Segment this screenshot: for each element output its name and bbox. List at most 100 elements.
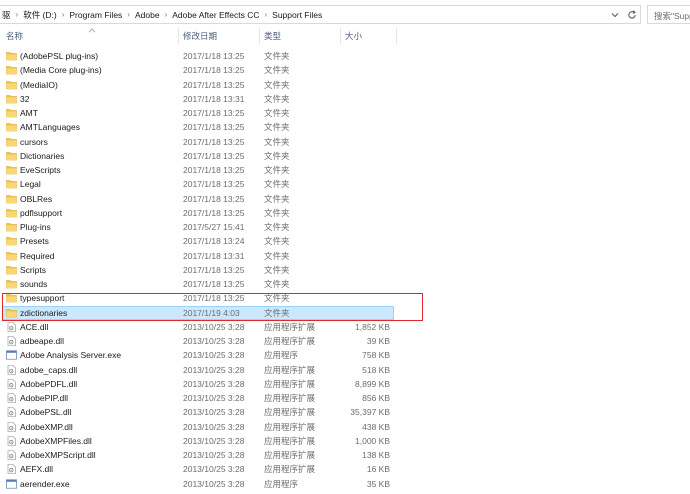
file-row[interactable]: sounds 2017/1/18 13:25 文件夹 [0,277,690,291]
file-name[interactable]: OBLRes [20,194,52,204]
file-row[interactable]: AEFX.dll 2013/10/25 3:28 应用程序扩展 16 KB [0,462,690,476]
file-name[interactable]: Dictionaries [20,151,64,161]
file-name[interactable]: adobe_caps.dll [20,365,77,375]
file-row[interactable]: EveScripts 2017/1/18 13:25 文件夹 [0,163,690,177]
file-row[interactable]: AdobePDFL.dll 2013/10/25 3:28 应用程序扩展 8,899 … [0,377,690,391]
file-name[interactable]: 32 [20,94,29,104]
file-row[interactable]: cursors 2017/1/18 13:25 文件夹 [0,135,690,149]
file-name[interactable]: Required [20,251,55,261]
file-row[interactable]: pdflsupport 2017/1/18 13:25 文件夹 [0,206,690,220]
file-type: 文件夹 [264,150,290,161]
file-row[interactable]: Dictionaries 2017/1/18 13:25 文件夹 [0,149,690,163]
file-row[interactable]: Scripts 2017/1/18 13:25 文件夹 [0,263,690,277]
file-type: 文件夹 [264,293,290,304]
refresh-button[interactable] [624,5,640,24]
file-name[interactable]: AMT [20,108,38,118]
file-name[interactable]: EveScripts [20,165,61,175]
file-row[interactable]: Adobe Analysis Server.exe 2013/10/25 3:28… [0,348,690,362]
file-name[interactable]: cursors [20,137,48,147]
file-name[interactable]: Scripts [20,265,46,275]
dll-icon [6,321,17,332]
file-row[interactable]: 32 2017/1/18 13:31 文件夹 [0,92,690,106]
file-type: 应用程序扩展 [264,464,316,475]
file-row[interactable]: AMT 2017/1/18 13:25 文件夹 [0,106,690,120]
breadcrumb-separator-icon[interactable]: › [162,10,171,19]
file-row[interactable]: OBLRes 2017/1/18 13:25 文件夹 [0,192,690,206]
file-row[interactable]: ACE.dll 2013/10/25 3:28 应用程序扩展 1,852 KB [0,320,690,334]
search-input[interactable]: 搜索"Supp [647,5,690,24]
column-divider[interactable] [259,28,260,44]
file-name[interactable]: zdictionaries [20,308,67,318]
file-name[interactable]: adbeape.dll [20,336,64,346]
file-row[interactable]: AdobePSL.dll 2013/10/25 3:28 应用程序扩展 35,397 … [0,405,690,419]
breadcrumb-separator-icon[interactable]: › [261,10,270,19]
breadcrumb-separator-icon[interactable]: › [59,10,68,19]
address-bar[interactable]: 驱 › 软件 (D:) › Program Files › Adobe › Adobe Afte… [0,5,641,24]
file-row[interactable]: AMTLanguages 2017/1/18 13:25 文件夹 [0,120,690,134]
file-row[interactable]: Required 2017/1/18 13:31 文件夹 [0,249,690,263]
file-row[interactable]: AdobeXMPFiles.dll 2013/10/25 3:28 应用程序扩展 1,… [0,434,690,448]
file-name[interactable]: (MediaIO) [20,80,58,90]
breadcrumb-separator-icon[interactable]: › [124,10,133,19]
file-name[interactable]: aerender.exe [20,479,70,489]
file-row[interactable]: adbeape.dll 2013/10/25 3:28 应用程序扩展 39 KB [0,334,690,348]
file-size: 39 KB [366,336,390,346]
file-type: 文件夹 [264,264,290,275]
file-name[interactable]: AMTLanguages [20,122,80,132]
file-name[interactable]: Legal [20,179,41,189]
file-name[interactable]: (AdobePSL plug-ins) [20,51,98,61]
file-date: 2017/1/18 13:25 [183,264,245,275]
file-name[interactable]: AdobeXMPFiles.dll [20,436,92,446]
file-name[interactable]: (Media Core plug-ins) [20,65,102,75]
address-bar-area: 驱 › 软件 (D:) › Program Files › Adobe › Adobe Afte… [0,0,690,28]
refresh-icon [628,9,636,19]
file-name[interactable]: sounds [20,279,47,289]
file-name[interactable]: Plug-ins [20,222,51,232]
file-type: 应用程序 [264,350,299,361]
breadcrumb-item[interactable]: Adobe After Effects CC [170,10,261,20]
breadcrumb-item[interactable]: Support Files [270,10,324,20]
file-name[interactable]: Adobe Analysis Server.exe [20,350,121,360]
column-header-size[interactable]: 大小 [345,30,362,44]
file-name[interactable]: Presets [20,236,49,246]
file-row[interactable]: zdictionaries 2017/1/19 4:03 文件夹 [0,305,690,320]
folder-icon [6,122,17,132]
file-row[interactable]: Legal 2017/1/18 13:25 文件夹 [0,177,690,191]
file-name[interactable]: AEFX.dll [20,464,53,474]
file-row[interactable]: typesupport 2017/1/18 13:25 文件夹 [0,291,690,305]
file-name[interactable]: AdobeXMPScript.dll [20,450,96,460]
file-size: 138 KB [362,450,390,460]
column-divider[interactable] [396,28,397,44]
file-name[interactable]: pdflsupport [20,208,62,218]
breadcrumb-item[interactable]: 驱 [0,9,13,21]
file-row[interactable]: (AdobePSL plug-ins) 2017/1/18 13:25 文件夹 [0,49,690,63]
file-name[interactable]: AdobePSL.dll [20,407,72,417]
file-name[interactable]: AdobeXMP.dll [20,422,73,432]
file-row[interactable]: Presets 2017/1/18 13:24 文件夹 [0,234,690,248]
file-row[interactable]: AdobeXMP.dll 2013/10/25 3:28 应用程序扩展 438 KB [0,420,690,434]
file-row[interactable]: Plug-ins 2017/5/27 15:41 文件夹 [0,220,690,234]
file-row[interactable]: (MediaIO) 2017/1/18 13:25 文件夹 [0,78,690,92]
file-name[interactable]: typesupport [20,293,64,303]
column-divider[interactable] [340,28,341,44]
breadcrumb-separator-icon[interactable]: › [13,10,22,19]
column-header-type[interactable]: 类型 [264,30,281,44]
file-date: 2017/1/18 13:31 [183,250,245,261]
breadcrumb-item[interactable]: Program Files [67,10,124,20]
file-row[interactable]: aerender.exe 2013/10/25 3:28 应用程序 35 KB [0,477,690,491]
file-type: 文件夹 [264,279,290,289]
file-name[interactable]: AdobePIP.dll [20,393,68,403]
file-row[interactable]: AdobeXMPScript.dll 2013/10/25 3:28 应用程序扩展 1… [0,448,690,462]
breadcrumb-item[interactable]: 软件 (D:) [21,9,59,21]
file-row[interactable]: AdobePIP.dll 2013/10/25 3:28 应用程序扩展 856 KB [0,391,690,405]
file-row[interactable]: adobe_caps.dll 2013/10/25 3:28 应用程序扩展 518 K… [0,363,690,377]
folder-icon [6,208,17,218]
column-divider[interactable] [178,28,179,44]
column-header-name[interactable]: 名称 [6,30,23,44]
file-name[interactable]: AdobePDFL.dll [20,379,77,389]
file-name[interactable]: ACE.dll [20,322,48,332]
breadcrumb-item[interactable]: Adobe [133,10,162,20]
file-row[interactable]: (Media Core plug-ins) 2017/1/18 13:25 文件夹 [0,63,690,77]
column-header-date[interactable]: 修改日期 [183,30,217,44]
address-history-button[interactable] [609,5,621,24]
